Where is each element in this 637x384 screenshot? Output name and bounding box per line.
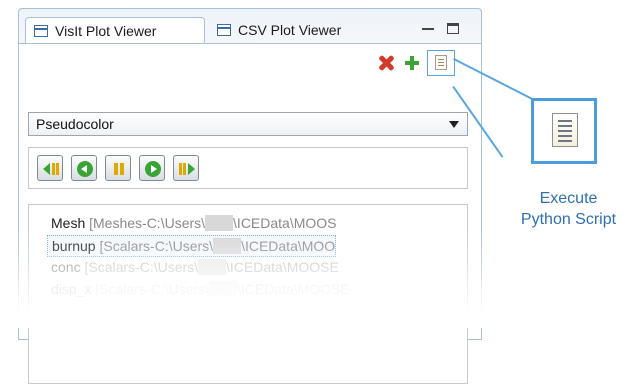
pause-button[interactable]	[105, 155, 131, 181]
play-backward-button[interactable]	[71, 155, 97, 181]
tab-bar: VisIt Plot Viewer CSV Plot Viewer	[19, 9, 481, 44]
step-back-button[interactable]	[37, 155, 63, 181]
plot-source: [Meshes-C:\Users\	[85, 215, 206, 231]
tab-content: Pseudocolor Mesh [Meshes-C:\Users\xxxx\I…	[19, 43, 481, 384]
list-item[interactable]: burnup [Scalars-C:\Users\xxxx\ICEData\MO…	[47, 235, 337, 257]
play-forward-icon	[145, 161, 161, 177]
plot-source-path: \ICEData\MOO	[241, 238, 336, 254]
play-backward-icon	[77, 161, 93, 177]
callout-line2: Python Script	[520, 211, 617, 228]
plot-type-select[interactable]: Pseudocolor	[28, 112, 468, 136]
document-icon	[435, 55, 447, 70]
plot-source-path: \ICEData\MOOS	[233, 215, 337, 231]
plot-source: [Scalars-C:\Users\	[80, 259, 199, 275]
list-item[interactable]: disp_x [Scalars-C:\Users\xxxx\ICEData\MO…	[47, 279, 350, 299]
window-icon	[34, 25, 48, 37]
list-item[interactable]: conc [Scalars-C:\Users\xxxx\ICEData\MOOS…	[47, 257, 339, 277]
step-back-icon	[43, 163, 59, 175]
plot-name: disp_x	[51, 281, 92, 297]
plot-name: conc	[51, 259, 81, 275]
plot-source-path: \ICEData\MOOSE	[236, 281, 350, 297]
execute-python-script-button[interactable]	[427, 50, 455, 76]
pause-icon	[114, 163, 124, 175]
plot-source-path: \ICEData\MOOSE	[226, 259, 339, 275]
add-plot-icon[interactable]	[403, 54, 421, 72]
step-forward-icon	[179, 163, 195, 175]
execute-script-callout	[531, 98, 597, 164]
list-item[interactable]: Mesh [Meshes-C:\Users\xxxx\ICEData\MOOS	[47, 213, 337, 233]
tab-label: VisIt Plot Viewer	[55, 23, 157, 39]
plot-source: [Scalars-C:\Users\	[95, 238, 214, 254]
playback-controls	[28, 147, 468, 189]
plot-type-value: Pseudocolor	[36, 116, 114, 132]
step-forward-button[interactable]	[173, 155, 199, 181]
plot-name: burnup	[52, 238, 96, 254]
minimize-icon[interactable]	[422, 28, 434, 34]
window-icon	[217, 24, 231, 36]
chevron-down-icon[interactable]	[449, 121, 459, 128]
document-icon	[552, 113, 578, 147]
maximize-icon[interactable]	[447, 23, 459, 34]
callout-label: Execute Python Script	[500, 188, 637, 230]
plot-viewer-panel: VisIt Plot Viewer CSV Plot Viewer Pseudo…	[18, 8, 482, 384]
tab-label: CSV Plot Viewer	[238, 22, 342, 38]
delete-plot-icon[interactable]	[377, 54, 395, 72]
callout-line1: Execute	[539, 190, 598, 207]
tab-csv-plot-viewer[interactable]: CSV Plot Viewer	[209, 17, 389, 43]
plot-source: [Scalars-C:\Users\	[91, 281, 209, 297]
tab-visit-plot-viewer[interactable]: VisIt Plot Viewer	[25, 17, 205, 44]
play-forward-button[interactable]	[139, 155, 165, 181]
plot-list[interactable]: Mesh [Meshes-C:\Users\xxxx\ICEData\MOOS …	[28, 204, 468, 384]
plot-name: Mesh	[51, 215, 86, 231]
